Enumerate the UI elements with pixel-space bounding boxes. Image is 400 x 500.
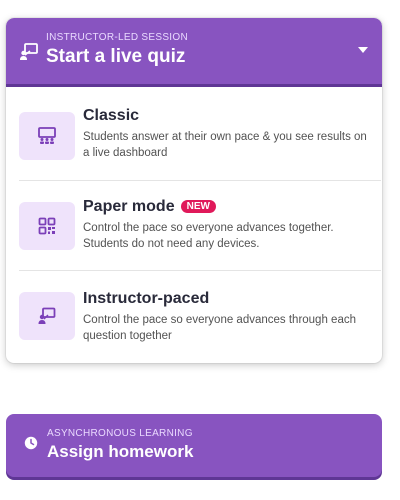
homework-title: Assign homework [47, 442, 194, 461]
option-title: Paper mode [83, 198, 175, 215]
option-description: Control the pace so everyone advances to… [83, 222, 334, 250]
new-badge: NEW [180, 200, 216, 213]
live-quiz-subtitle: INSTRUCTOR-LED SESSION [46, 32, 188, 43]
clock-icon [24, 436, 38, 450]
presentation-icon [20, 43, 38, 60]
homework-subtitle: ASYNCHRONOUS LEARNING [47, 428, 193, 439]
divider [19, 270, 381, 271]
option-title-row: Paper mode NEW [83, 198, 216, 216]
option-description: Control the pace so everyone advances th… [83, 314, 356, 342]
presenter-icon [19, 292, 75, 340]
option-title: Instructor-paced [83, 290, 210, 307]
classroom-icon [19, 112, 75, 160]
live-quiz-title: Start a live quiz [46, 46, 186, 67]
chevron-down-icon[interactable] [358, 47, 368, 53]
divider [19, 180, 381, 181]
option-description: Students answer at their own pace & you … [83, 131, 367, 159]
qr-code-icon [19, 202, 75, 250]
live-quiz-card: INSTRUCTOR-LED SESSION Start a live quiz… [6, 18, 382, 363]
option-title: Classic [83, 107, 140, 124]
assign-homework-card[interactable]: ASYNCHRONOUS LEARNING Assign homework [6, 414, 382, 477]
live-quiz-header[interactable]: INSTRUCTOR-LED SESSION Start a live quiz [6, 18, 382, 84]
